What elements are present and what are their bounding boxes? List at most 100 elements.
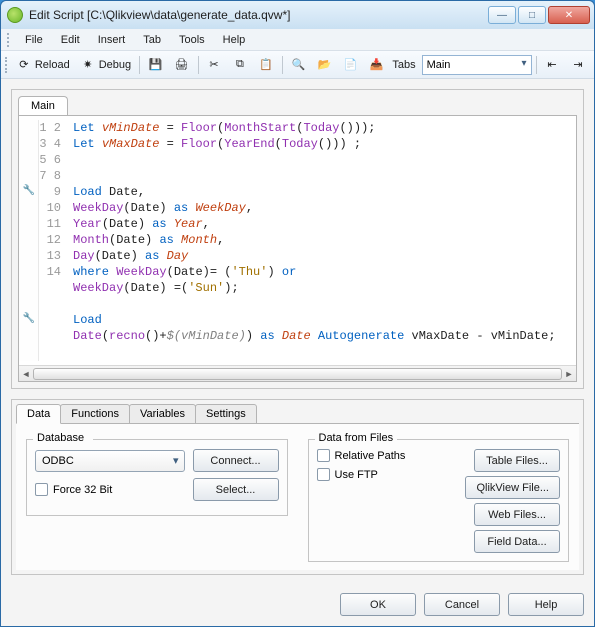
include-icon: 📥 <box>368 57 384 73</box>
relative-paths-checkbox[interactable]: Relative Paths <box>317 449 454 462</box>
qlikview-icon <box>7 7 23 23</box>
menubar-grip <box>7 33 11 47</box>
menu-help[interactable]: Help <box>215 32 254 48</box>
select-button[interactable]: Select... <box>193 478 279 501</box>
ok-label: OK <box>370 599 386 611</box>
save-icon: 💾 <box>148 57 164 73</box>
edit-script-window: Edit Script [C:\Qlikview\data\generate_d… <box>0 0 595 627</box>
script-panel: Main 🔧 🔧 1 2 3 4 5 6 7 8 9 10 11 12 13 1… <box>11 89 584 389</box>
scroll-left-icon[interactable]: ◄ <box>19 366 33 382</box>
checkbox-box-icon <box>317 468 330 481</box>
menu-edit[interactable]: Edit <box>53 32 88 48</box>
tab-variables[interactable]: Variables <box>129 404 196 424</box>
cancel-label: Cancel <box>445 599 479 611</box>
force-32bit-checkbox[interactable]: Force 32 Bit <box>35 483 112 496</box>
close-button[interactable]: ✕ <box>548 6 590 24</box>
paste-icon: 📋 <box>258 57 274 73</box>
datafrom-legend: Data from Files <box>315 432 398 444</box>
script-tab-main-label: Main <box>31 100 55 112</box>
checkbox-box-icon <box>317 449 330 462</box>
database-legend: Database <box>33 432 88 444</box>
tab-settings[interactable]: Settings <box>195 404 257 424</box>
database-group: Database ODBC Connect... Force 32 Bit <box>26 432 288 562</box>
editor-hscrollbar[interactable]: ◄ ► <box>19 365 576 381</box>
debug-button[interactable]: ✷ Debug <box>76 54 135 76</box>
ok-button[interactable]: OK <box>340 593 416 616</box>
menu-file[interactable]: File <box>17 32 51 48</box>
force-32bit-label: Force 32 Bit <box>53 484 112 496</box>
use-ftp-checkbox[interactable]: Use FTP <box>317 468 454 481</box>
tab-data-label: Data <box>27 408 50 420</box>
cut-button[interactable]: ✂ <box>202 54 226 76</box>
print-icon: 🖨 <box>174 57 190 73</box>
connect-button[interactable]: Connect... <box>193 449 279 472</box>
log-icon: 📄 <box>342 57 358 73</box>
minimize-button[interactable]: — <box>488 6 516 24</box>
scroll-right-icon[interactable]: ► <box>562 366 576 382</box>
reload-label: Reload <box>35 59 70 71</box>
cut-icon: ✂ <box>206 57 222 73</box>
outdent-icon: ⇤ <box>544 57 560 73</box>
print-button[interactable]: 🖨 <box>170 54 194 76</box>
window-buttons: — □ ✕ <box>488 6 590 24</box>
reload-icon: ⟳ <box>16 57 32 73</box>
database-type-dropdown[interactable]: ODBC <box>35 450 185 472</box>
field-data-button[interactable]: Field Data... <box>474 530 560 553</box>
web-files-label: Web Files... <box>488 509 546 521</box>
tab-settings-label: Settings <box>206 408 246 420</box>
code-editor[interactable]: 🔧 🔧 1 2 3 4 5 6 7 8 9 10 11 12 13 14 Let… <box>19 116 576 365</box>
open-log-button[interactable]: 📄 <box>338 54 362 76</box>
debug-label: Debug <box>99 59 131 71</box>
line-marker-icon: 🔧 <box>19 312 39 328</box>
outdent-button[interactable]: ⇤ <box>540 54 564 76</box>
reload-button[interactable]: ⟳ Reload <box>12 54 74 76</box>
table-files-label: Table Files... <box>486 455 548 467</box>
help-button[interactable]: Help <box>508 593 584 616</box>
script-tab-main[interactable]: Main <box>18 96 68 116</box>
save-button[interactable]: 💾 <box>144 54 168 76</box>
maximize-button[interactable]: □ <box>518 6 546 24</box>
tabs-dropdown-value: Main <box>427 59 451 71</box>
cancel-button[interactable]: Cancel <box>424 593 500 616</box>
copy-button[interactable]: ⧉ <box>228 54 252 76</box>
table-files-button[interactable]: Table Files... <box>474 449 560 472</box>
dialog-footer: OK Cancel Help <box>1 585 594 626</box>
tab-functions[interactable]: Functions <box>60 404 130 424</box>
include-button[interactable]: 📥 <box>364 54 388 76</box>
menu-insert[interactable]: Insert <box>90 32 134 48</box>
select-label: Select... <box>216 484 256 496</box>
qlikview-file-button[interactable]: QlikView File... <box>465 476 560 499</box>
line-marker-icon: 🔧 <box>19 184 39 200</box>
connect-label: Connect... <box>210 455 260 467</box>
toolbar: ⟳ Reload ✷ Debug 💾 🖨 ✂ ⧉ 📋 🔍 📂 📄 📥 Tabs … <box>1 51 594 79</box>
tabs-group: Tabs Main <box>390 55 531 75</box>
code-content: Let vMinDate = Floor(MonthStart(Today())… <box>67 120 576 361</box>
web-files-button[interactable]: Web Files... <box>474 503 560 526</box>
tabs-dropdown[interactable]: Main <box>422 55 532 75</box>
qlikview-file-label: QlikView File... <box>476 482 549 494</box>
script-tabstrip: Main <box>18 96 577 116</box>
window-title: Edit Script [C:\Qlikview\data\generate_d… <box>29 8 488 22</box>
editor-container: 🔧 🔧 1 2 3 4 5 6 7 8 9 10 11 12 13 14 Let… <box>18 115 577 382</box>
open-folder-button[interactable]: 📂 <box>312 54 336 76</box>
menu-tools[interactable]: Tools <box>171 32 213 48</box>
menubar: File Edit Insert Tab Tools Help <box>1 29 594 51</box>
tabs-label: Tabs <box>392 59 415 71</box>
indent-button[interactable]: ⇥ <box>566 54 590 76</box>
datafrom-group: Data from Files Relative Paths Use FTP <box>308 432 570 562</box>
field-data-label: Field Data... <box>487 536 546 548</box>
menu-tab[interactable]: Tab <box>135 32 169 48</box>
content-area: Main 🔧 🔧 1 2 3 4 5 6 7 8 9 10 11 12 13 1… <box>1 79 594 585</box>
indent-icon: ⇥ <box>570 57 586 73</box>
paste-button[interactable]: 📋 <box>254 54 278 76</box>
checkbox-box-icon <box>35 483 48 496</box>
scroll-thumb[interactable] <box>33 368 562 380</box>
titlebar: Edit Script [C:\Qlikview\data\generate_d… <box>1 1 594 29</box>
line-numbers: 1 2 3 4 5 6 7 8 9 10 11 12 13 14 <box>39 120 67 361</box>
tab-data[interactable]: Data <box>16 404 61 424</box>
find-button[interactable]: 🔍 <box>286 54 310 76</box>
bottom-tabstrip: Data Functions Variables Settings <box>12 400 583 424</box>
use-ftp-label: Use FTP <box>335 469 378 481</box>
toolbar-grip <box>5 57 8 73</box>
editor-gutter: 🔧 🔧 <box>19 120 39 361</box>
